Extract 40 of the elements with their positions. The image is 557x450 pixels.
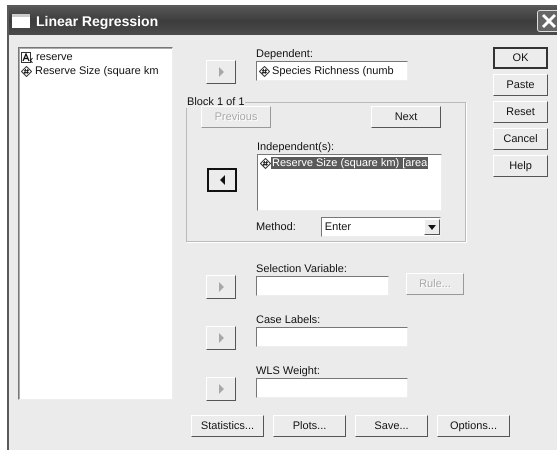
right-triangle-icon xyxy=(218,282,224,292)
string-variable-icon xyxy=(21,52,33,62)
numeric-variable-icon xyxy=(260,158,271,168)
close-button[interactable] xyxy=(537,10,557,32)
input-field[interactable] xyxy=(256,378,408,398)
dependent-label: Dependent: xyxy=(256,47,314,61)
dialog-button[interactable]: Plots... xyxy=(273,415,346,437)
move-button[interactable] xyxy=(207,168,237,192)
block-title: Block 1 of 1 xyxy=(186,96,246,108)
dialog-button[interactable]: Cancel xyxy=(493,128,548,150)
dialog-button[interactable]: Save... xyxy=(355,415,428,437)
right-triangle-icon xyxy=(218,333,224,343)
variable-item[interactable]: Reserve Size (square km xyxy=(21,64,170,78)
independents-label: Independent(s): xyxy=(257,140,336,154)
right-triangle-icon xyxy=(218,67,224,77)
field-label: Case Labels: xyxy=(256,313,322,327)
right-triangle-icon xyxy=(218,384,224,394)
field-label: Selection Variable: xyxy=(256,262,348,276)
dropdown-button[interactable] xyxy=(424,219,440,235)
window-title: Linear Regression xyxy=(36,13,160,29)
field-label: WLS Weight: xyxy=(256,364,321,378)
method-dropdown[interactable]: Enter xyxy=(320,217,441,237)
independent-item[interactable]: Reserve Size (square km) [area xyxy=(271,157,428,169)
variable-item[interactable]: reserve xyxy=(21,50,170,64)
next-button[interactable]: Next xyxy=(371,106,441,128)
down-triangle-icon xyxy=(428,224,436,230)
dialog-button[interactable]: Options... xyxy=(437,415,510,437)
window-icon xyxy=(12,14,30,28)
input-field[interactable] xyxy=(256,276,389,296)
input-field[interactable] xyxy=(256,327,408,347)
dialog-button[interactable]: OK xyxy=(493,47,548,69)
numeric-variable-icon xyxy=(21,66,32,76)
left-triangle-icon xyxy=(218,175,226,185)
dialog-button[interactable]: Statistics... xyxy=(191,415,264,437)
dialog-button[interactable]: Reset xyxy=(493,101,548,123)
dialog-button[interactable]: Help xyxy=(493,155,548,177)
dialog-button[interactable]: Paste xyxy=(493,74,548,96)
method-label: Method: xyxy=(256,220,296,234)
numeric-variable-icon xyxy=(259,66,270,76)
dependent-field[interactable]: Species Richness (numb xyxy=(256,61,408,81)
